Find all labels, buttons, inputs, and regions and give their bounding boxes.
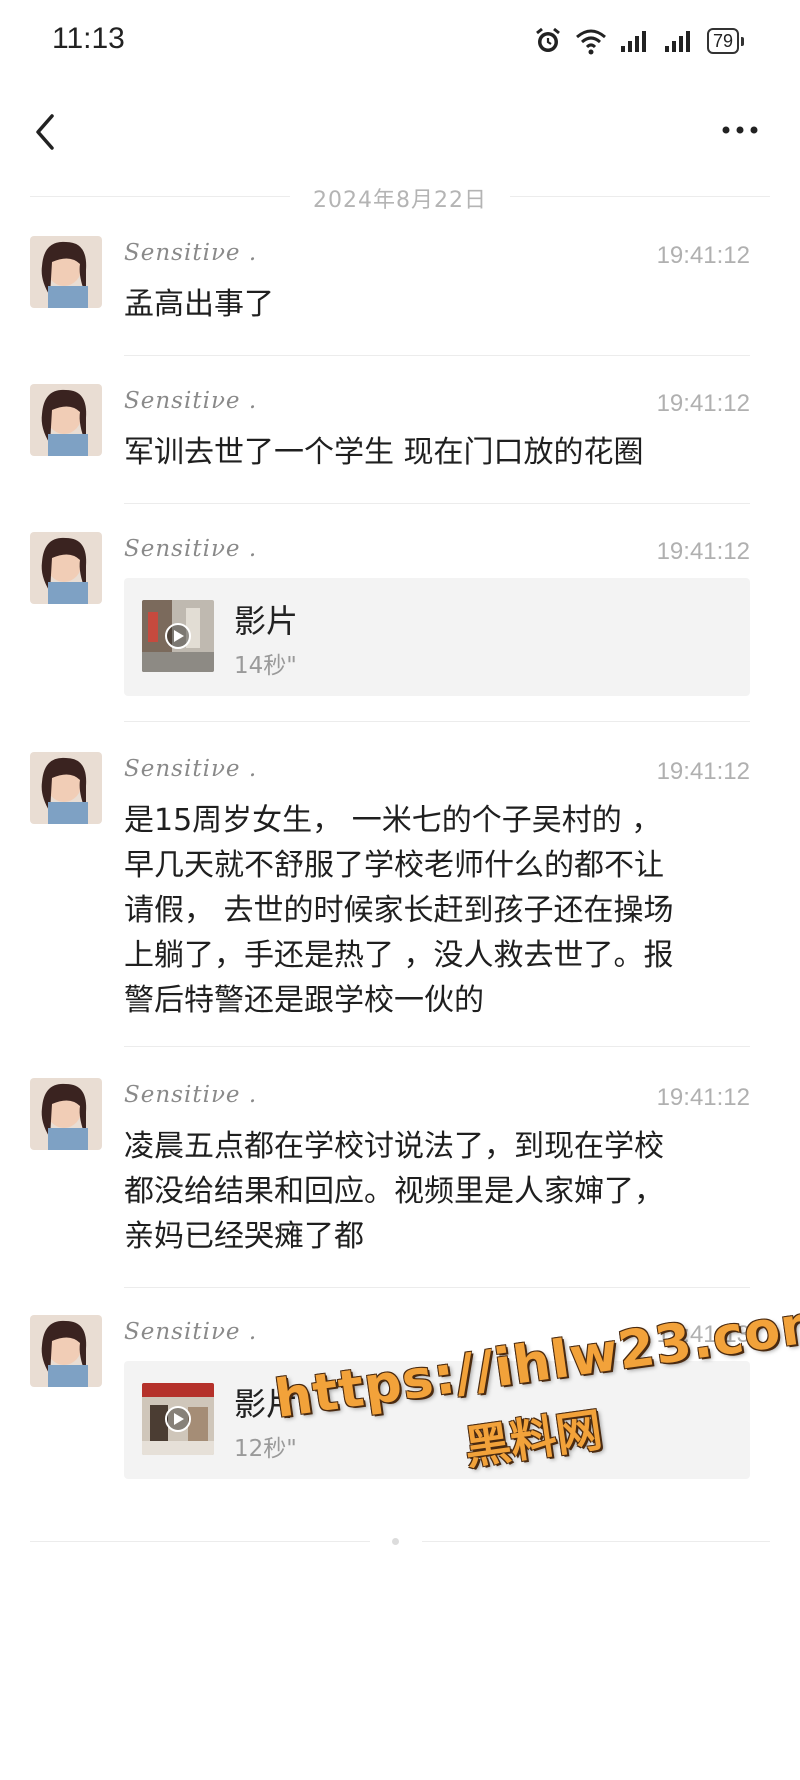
- message-time: 19:41:12: [656, 538, 750, 565]
- message-line: 是15周岁女生， 一米七的个子吴村的 ，: [124, 803, 662, 838]
- avatar[interactable]: [30, 1078, 102, 1150]
- message-line: 早几天就不舒服了学校老师什么的都不让: [124, 848, 664, 883]
- sender-name: Sensitiνe .: [124, 1319, 258, 1345]
- message-text: 军训去世了一个学生 现在门口放的花圈: [124, 435, 644, 470]
- message-line: 都没给结果和回应。视频里是人家婶了，: [124, 1174, 664, 1209]
- video-duration: 12秒": [234, 1436, 297, 1462]
- message-time: 19:41:12: [656, 758, 750, 785]
- status-time: 11:13: [52, 22, 125, 55]
- date-label: 2024年8月22日: [313, 188, 487, 213]
- video-title: 影片: [234, 1385, 299, 1423]
- message-line: 警后特警还是跟学校一伙的: [124, 983, 484, 1018]
- battery-icon: 79: [706, 28, 744, 54]
- wifi-icon: [575, 29, 606, 55]
- avatar[interactable]: [30, 532, 102, 604]
- message-line: 亲妈已经哭瘫了都: [124, 1219, 364, 1254]
- more-button[interactable]: [712, 108, 768, 152]
- video-card[interactable]: 影片 12秒": [124, 1361, 750, 1479]
- end-divider: [30, 1537, 770, 1547]
- message-item: Sensitiνe . 19:41:12 是15周岁女生， 一米七的个子吴村的 …: [0, 752, 800, 1047]
- signal-icon: [620, 31, 646, 52]
- battery-level: 79: [706, 28, 739, 54]
- sender-name: Sensitiνe .: [124, 240, 258, 266]
- avatar[interactable]: [30, 236, 102, 308]
- video-thumbnail: [142, 1383, 214, 1455]
- message-time: 19:41:13: [656, 1321, 750, 1348]
- avatar[interactable]: [30, 752, 102, 824]
- chevron-left-icon: [36, 114, 54, 150]
- message-item: Sensitiνe . 19:41:13 影片 12秒": [0, 1315, 800, 1479]
- status-icons: 79: [533, 24, 744, 58]
- message-text: 凌晨五点都在学校讨说法了，到现在学校 都没给结果和回应。视频里是人家婶了， 亲妈…: [124, 1124, 764, 1259]
- signal-icon: [664, 31, 690, 52]
- avatar[interactable]: [30, 384, 102, 456]
- status-bar: 11:13 79: [0, 0, 800, 80]
- video-card[interactable]: 影片 14秒": [124, 578, 750, 696]
- message-text: 孟高出事了: [124, 287, 274, 322]
- message-item: Sensitiνe . 19:41:12 军训去世了一个学生 现在门口放的花圈: [0, 384, 800, 504]
- message-line: 上躺了，手还是热了 ，没人救去世了。报: [124, 938, 674, 973]
- video-title: 影片: [234, 602, 299, 640]
- nav-bar: [0, 96, 800, 166]
- sender-name: Sensitiνe .: [124, 388, 258, 414]
- back-button[interactable]: [22, 104, 72, 160]
- message-time: 19:41:12: [656, 390, 750, 417]
- date-divider: 2024年8月22日: [30, 178, 770, 214]
- more-horizontal-icon: [722, 126, 758, 134]
- message-text: 是15周岁女生， 一米七的个子吴村的 ， 早几天就不舒服了学校老师什么的都不让 …: [124, 798, 764, 1023]
- message-time: 19:41:12: [656, 1084, 750, 1111]
- video-thumbnail: [142, 600, 214, 672]
- video-duration: 14秒": [234, 653, 297, 679]
- sender-name: Sensitiνe .: [124, 756, 258, 782]
- avatar[interactable]: [30, 1315, 102, 1387]
- message-item: Sensitiνe . 19:41:12 凌晨五点都在学校讨说法了，到现在学校 …: [0, 1078, 800, 1288]
- message-item: Sensitiνe . 19:41:12 影片 14秒": [0, 532, 800, 722]
- alarm-icon: [536, 27, 560, 52]
- message-time: 19:41:12: [656, 242, 750, 269]
- message-line: 请假， 去世的时候家长赶到孩子还在操场: [124, 893, 674, 928]
- message-item: Sensitiνe . 19:41:12 孟高出事了: [0, 236, 800, 356]
- message-line: 凌晨五点都在学校讨说法了，到现在学校: [124, 1129, 664, 1164]
- sender-name: Sensitiνe .: [124, 1082, 258, 1108]
- sender-name: Sensitiνe .: [124, 536, 258, 562]
